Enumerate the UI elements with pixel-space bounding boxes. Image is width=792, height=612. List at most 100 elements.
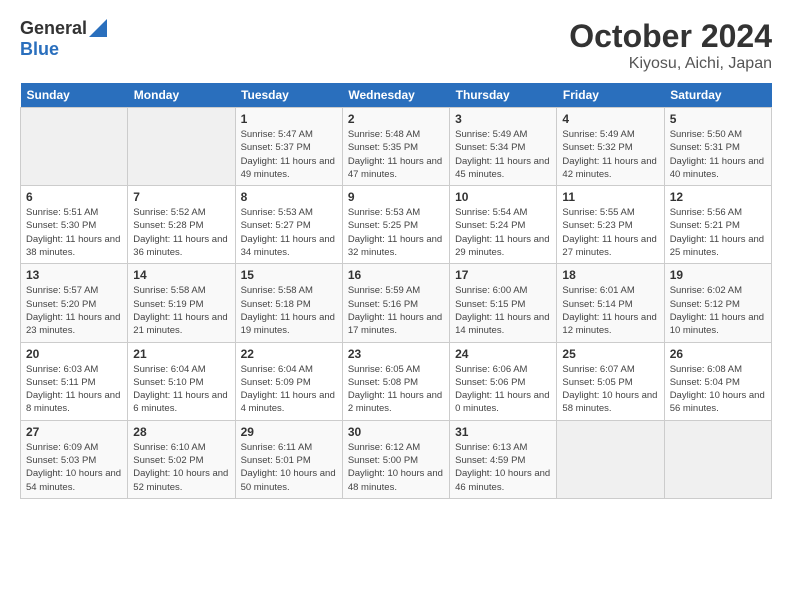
day-info: Sunrise: 6:00 AM Sunset: 5:15 PM Dayligh… — [455, 284, 551, 337]
day-info: Sunrise: 6:12 AM Sunset: 5:00 PM Dayligh… — [348, 441, 444, 494]
calendar-cell: 21 Sunrise: 6:04 AM Sunset: 5:10 PM Dayli… — [128, 342, 235, 420]
day-number: 17 — [455, 268, 551, 282]
week-row-5: 27Sunrise: 6:09 AM Sunset: 5:03 PM Dayli… — [21, 420, 772, 498]
day-number: 9 — [348, 190, 444, 204]
day-info: Sunrise: 6:08 AM Sunset: 5:04 PM Dayligh… — [670, 363, 766, 416]
day-number: 14 — [133, 268, 229, 282]
week-row-2: 6 Sunrise: 5:51 AM Sunset: 5:30 PM Daylig… — [21, 186, 772, 264]
day-info: Sunrise: 5:53 AM Sunset: 5:27 PM Dayligh… — [241, 206, 337, 259]
calendar-cell: 1Sunrise: 5:47 AM Sunset: 5:37 PM Daylig… — [235, 108, 342, 186]
day-number: 25 — [562, 347, 658, 361]
day-number: 19 — [670, 268, 766, 282]
day-info: Sunrise: 6:05 AM Sunset: 5:08 PM Dayligh… — [348, 363, 444, 416]
day-number: 13 — [26, 268, 122, 282]
day-info: Sunrise: 6:06 AM Sunset: 5:06 PM Dayligh… — [455, 363, 551, 416]
day-number: 6 — [26, 190, 122, 204]
calendar-cell — [128, 108, 235, 186]
day-info: Sunrise: 5:51 AM Sunset: 5:30 PM Dayligh… — [26, 206, 122, 259]
calendar-cell: 27Sunrise: 6:09 AM Sunset: 5:03 PM Dayli… — [21, 420, 128, 498]
day-number: 26 — [670, 347, 766, 361]
day-number: 30 — [348, 425, 444, 439]
day-number: 7 — [133, 190, 229, 204]
day-info: Sunrise: 5:54 AM Sunset: 5:24 PM Dayligh… — [455, 206, 551, 259]
day-number: 5 — [670, 112, 766, 126]
day-number: 29 — [241, 425, 337, 439]
calendar-cell: 10 Sunrise: 5:54 AM Sunset: 5:24 PM Dayli… — [450, 186, 557, 264]
calendar-cell: 11Sunrise: 5:55 AM Sunset: 5:23 PM Dayli… — [557, 186, 664, 264]
week-row-4: 20 Sunrise: 6:03 AM Sunset: 5:11 PM Dayli… — [21, 342, 772, 420]
calendar-cell: 29 Sunrise: 6:11 AM Sunset: 5:01 PM Dayli… — [235, 420, 342, 498]
calendar-cell: 20 Sunrise: 6:03 AM Sunset: 5:11 PM Dayli… — [21, 342, 128, 420]
calendar-table: SundayMondayTuesdayWednesdayThursdayFrid… — [20, 83, 772, 499]
calendar-cell — [21, 108, 128, 186]
day-info: Sunrise: 5:58 AM Sunset: 5:18 PM Dayligh… — [241, 284, 337, 337]
day-number: 2 — [348, 112, 444, 126]
day-header-monday: Monday — [128, 83, 235, 108]
week-row-1: 1Sunrise: 5:47 AM Sunset: 5:37 PM Daylig… — [21, 108, 772, 186]
calendar-cell: 6 Sunrise: 5:51 AM Sunset: 5:30 PM Daylig… — [21, 186, 128, 264]
calendar-cell — [664, 420, 771, 498]
calendar-cell: 30 Sunrise: 6:12 AM Sunset: 5:00 PM Dayli… — [342, 420, 449, 498]
calendar-cell: 9 Sunrise: 5:53 AM Sunset: 5:25 PM Daylig… — [342, 186, 449, 264]
logo-general-text: General — [20, 18, 87, 39]
day-info: Sunrise: 5:50 AM Sunset: 5:31 PM Dayligh… — [670, 128, 766, 181]
day-header-sunday: Sunday — [21, 83, 128, 108]
day-number: 11 — [562, 190, 658, 204]
day-info: Sunrise: 6:04 AM Sunset: 5:09 PM Dayligh… — [241, 363, 337, 416]
calendar-cell: 15 Sunrise: 5:58 AM Sunset: 5:18 PM Dayli… — [235, 264, 342, 342]
day-header-saturday: Saturday — [664, 83, 771, 108]
day-info: Sunrise: 6:11 AM Sunset: 5:01 PM Dayligh… — [241, 441, 337, 494]
page-header: General Blue October 2024 Kiyosu, Aichi,… — [20, 18, 772, 73]
calendar-cell: 24Sunrise: 6:06 AM Sunset: 5:06 PM Dayli… — [450, 342, 557, 420]
calendar-cell: 14Sunrise: 5:58 AM Sunset: 5:19 PM Dayli… — [128, 264, 235, 342]
day-info: Sunrise: 6:10 AM Sunset: 5:02 PM Dayligh… — [133, 441, 229, 494]
day-info: Sunrise: 6:04 AM Sunset: 5:10 PM Dayligh… — [133, 363, 229, 416]
day-info: Sunrise: 6:01 AM Sunset: 5:14 PM Dayligh… — [562, 284, 658, 337]
calendar-cell: 31Sunrise: 6:13 AM Sunset: 4:59 PM Dayli… — [450, 420, 557, 498]
day-info: Sunrise: 5:52 AM Sunset: 5:28 PM Dayligh… — [133, 206, 229, 259]
day-number: 4 — [562, 112, 658, 126]
day-number: 8 — [241, 190, 337, 204]
calendar-cell: 22 Sunrise: 6:04 AM Sunset: 5:09 PM Dayli… — [235, 342, 342, 420]
day-number: 15 — [241, 268, 337, 282]
calendar-cell: 25 Sunrise: 6:07 AM Sunset: 5:05 PM Dayli… — [557, 342, 664, 420]
day-number: 21 — [133, 347, 229, 361]
day-header-friday: Friday — [557, 83, 664, 108]
day-info: Sunrise: 5:47 AM Sunset: 5:37 PM Dayligh… — [241, 128, 337, 181]
page-title: October 2024 — [569, 18, 772, 55]
day-number: 28 — [133, 425, 229, 439]
week-row-3: 13 Sunrise: 5:57 AM Sunset: 5:20 PM Dayli… — [21, 264, 772, 342]
day-header-wednesday: Wednesday — [342, 83, 449, 108]
day-info: Sunrise: 6:03 AM Sunset: 5:11 PM Dayligh… — [26, 363, 122, 416]
logo: General Blue — [20, 18, 107, 60]
calendar-cell: 7 Sunrise: 5:52 AM Sunset: 5:28 PM Daylig… — [128, 186, 235, 264]
day-info: Sunrise: 6:07 AM Sunset: 5:05 PM Dayligh… — [562, 363, 658, 416]
day-number: 23 — [348, 347, 444, 361]
day-number: 12 — [670, 190, 766, 204]
calendar-cell: 12 Sunrise: 5:56 AM Sunset: 5:21 PM Dayli… — [664, 186, 771, 264]
day-info: Sunrise: 5:57 AM Sunset: 5:20 PM Dayligh… — [26, 284, 122, 337]
day-info: Sunrise: 6:13 AM Sunset: 4:59 PM Dayligh… — [455, 441, 551, 494]
day-number: 22 — [241, 347, 337, 361]
calendar-cell: 16 Sunrise: 5:59 AM Sunset: 5:16 PM Dayli… — [342, 264, 449, 342]
day-info: Sunrise: 5:56 AM Sunset: 5:21 PM Dayligh… — [670, 206, 766, 259]
calendar-cell: 23 Sunrise: 6:05 AM Sunset: 5:08 PM Dayli… — [342, 342, 449, 420]
calendar-cell: 28 Sunrise: 6:10 AM Sunset: 5:02 PM Dayli… — [128, 420, 235, 498]
page-subtitle: Kiyosu, Aichi, Japan — [569, 55, 772, 73]
day-header-thursday: Thursday — [450, 83, 557, 108]
calendar-cell: 17 Sunrise: 6:00 AM Sunset: 5:15 PM Dayli… — [450, 264, 557, 342]
title-block: October 2024 Kiyosu, Aichi, Japan — [569, 18, 772, 73]
day-number: 16 — [348, 268, 444, 282]
calendar-cell: 13 Sunrise: 5:57 AM Sunset: 5:20 PM Dayli… — [21, 264, 128, 342]
calendar-cell: 18 Sunrise: 6:01 AM Sunset: 5:14 PM Dayli… — [557, 264, 664, 342]
day-info: Sunrise: 6:09 AM Sunset: 5:03 PM Dayligh… — [26, 441, 122, 494]
day-info: Sunrise: 5:59 AM Sunset: 5:16 PM Dayligh… — [348, 284, 444, 337]
day-number: 18 — [562, 268, 658, 282]
calendar-cell: 3Sunrise: 5:49 AM Sunset: 5:34 PM Daylig… — [450, 108, 557, 186]
day-info: Sunrise: 5:48 AM Sunset: 5:35 PM Dayligh… — [348, 128, 444, 181]
calendar-cell: 4Sunrise: 5:49 AM Sunset: 5:32 PM Daylig… — [557, 108, 664, 186]
day-number: 10 — [455, 190, 551, 204]
day-number: 20 — [26, 347, 122, 361]
day-info: Sunrise: 5:53 AM Sunset: 5:25 PM Dayligh… — [348, 206, 444, 259]
day-info: Sunrise: 5:49 AM Sunset: 5:34 PM Dayligh… — [455, 128, 551, 181]
